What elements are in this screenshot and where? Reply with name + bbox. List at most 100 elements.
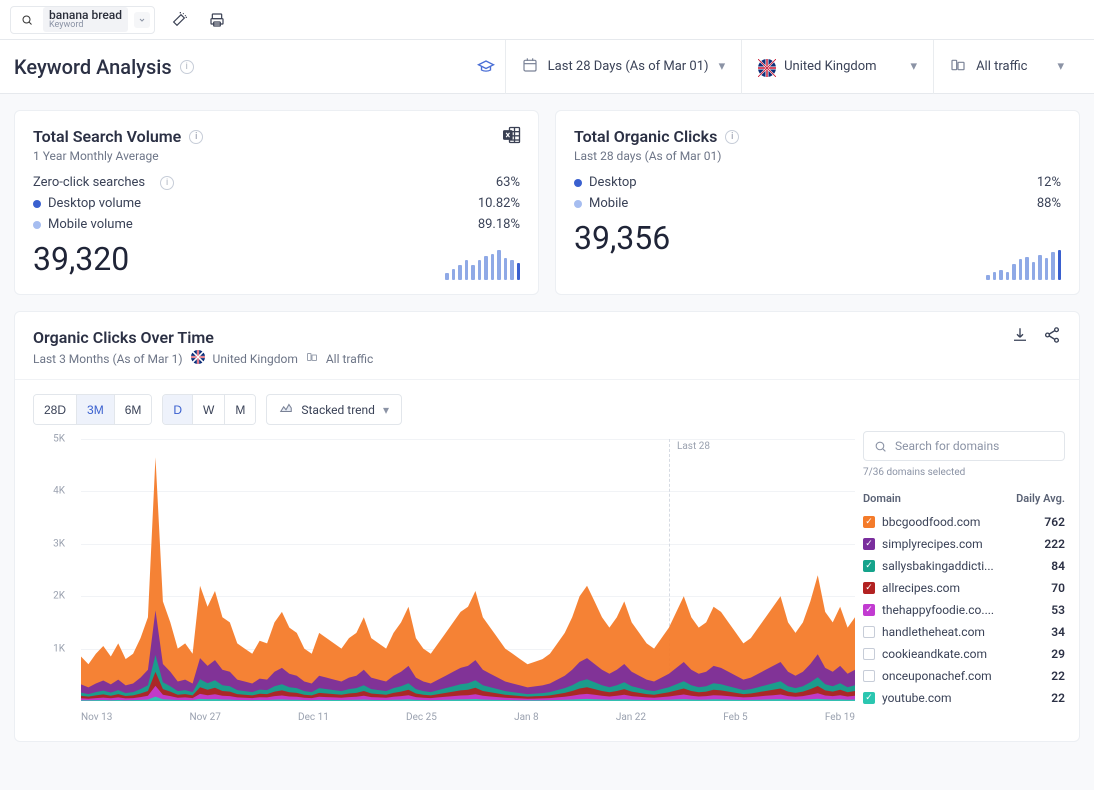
range-button-6m[interactable]: 6M — [115, 395, 152, 424]
domain-avg: 762 — [1044, 515, 1065, 529]
metric-value: 89.18% — [478, 217, 520, 232]
domain-avg: 70 — [1051, 581, 1065, 595]
chart-plot-area[interactable]: 5K4K3K2K1K Last 28 Nov 13Nov 27Dec 11Dec… — [29, 431, 855, 731]
search-icon — [15, 14, 39, 26]
y-tick: 4K — [53, 486, 65, 497]
clicks-sparkline — [986, 250, 1061, 280]
uk-flag-icon — [191, 350, 205, 367]
share-icon[interactable] — [1043, 326, 1061, 348]
traffic-icon — [306, 351, 318, 366]
domain-checkbox[interactable] — [863, 538, 875, 550]
search-placeholder: Search for domains — [895, 439, 999, 453]
time-range-segment: 28D3M6M — [33, 394, 152, 425]
legend-row[interactable]: youtube.com 22 — [863, 687, 1065, 709]
metric-label: Mobile — [589, 196, 628, 211]
grain-button-w[interactable]: W — [193, 395, 225, 424]
x-tick: Feb 5 — [723, 712, 747, 723]
magic-wand-icon[interactable] — [165, 6, 193, 34]
granularity-segment: DWM — [162, 394, 256, 425]
legend-row[interactable]: simplyrecipes.com 222 — [863, 533, 1065, 555]
legend-row[interactable]: allrecipes.com70 — [863, 577, 1065, 599]
calendar-icon — [522, 57, 538, 77]
chevron-down-icon: ▾ — [719, 59, 726, 74]
legend-header-avg: Daily Avg. — [1016, 492, 1065, 505]
chevron-down-icon: ▾ — [1057, 59, 1064, 74]
chart-title: Organic Clicks Over Time — [33, 328, 1061, 347]
x-tick: Jan 22 — [616, 712, 646, 723]
x-tick: Nov 13 — [81, 712, 112, 723]
topbar: banana bread Keyword — [0, 0, 1094, 40]
chevron-down-icon: ▾ — [383, 403, 389, 417]
download-icon[interactable] — [1011, 326, 1029, 348]
card-subtitle: 1 Year Monthly Average — [33, 149, 520, 163]
graduation-cap-icon — [477, 58, 495, 76]
info-icon[interactable]: i — [725, 130, 739, 144]
domain-checkbox[interactable] — [863, 604, 875, 616]
trend-type-dropdown[interactable]: Stacked trend ▾ — [266, 394, 402, 425]
series-dot — [574, 200, 582, 208]
chart-traffic: All traffic — [326, 352, 373, 366]
domain-avg: 84 — [1051, 559, 1065, 573]
domain-name: handletheheat.com — [882, 625, 985, 639]
domain-checkbox[interactable] — [863, 582, 875, 594]
x-tick: Nov 27 — [190, 712, 221, 723]
legend-header-domain: Domain — [863, 492, 901, 505]
metric-value: 10.82% — [478, 196, 520, 211]
range-button-3m[interactable]: 3M — [77, 395, 115, 424]
legend-row[interactable]: cookieandkate.com29 — [863, 643, 1065, 665]
keyword-selector[interactable]: banana bread Keyword — [10, 6, 155, 34]
metric-label: Desktop — [589, 175, 637, 190]
domain-checkbox[interactable] — [863, 560, 875, 572]
header: Keyword Analysis i Last 28 Days (As of M… — [0, 40, 1094, 94]
traffic-label: All traffic — [976, 59, 1027, 74]
legend-row[interactable]: onceuponachef.com22 — [863, 665, 1065, 687]
domain-checkbox[interactable] — [863, 692, 875, 704]
date-range-label: Last 28 Days (As of Mar 01) — [548, 59, 709, 74]
education-link[interactable] — [461, 40, 505, 94]
legend-row[interactable]: bbcgoodfood.com 762 — [863, 511, 1065, 533]
domain-name: onceuponachef.com — [882, 669, 992, 683]
metric-value: 88% — [1037, 196, 1061, 211]
legend-row[interactable]: sallysbakingaddicti...84 — [863, 555, 1065, 577]
domain-name: simplyrecipes.com — [882, 537, 983, 551]
metric-label: Desktop volume — [48, 196, 141, 211]
domain-avg: 22 — [1051, 691, 1065, 705]
metric-value: 63% — [496, 175, 520, 190]
x-tick: Dec 25 — [406, 712, 437, 723]
x-tick: Feb 19 — [825, 712, 855, 723]
info-icon[interactable]: i — [180, 60, 194, 74]
domain-avg: 222 — [1044, 537, 1065, 551]
grain-button-m[interactable]: M — [225, 395, 255, 424]
y-tick: 3K — [53, 538, 65, 549]
country-label: United Kingdom — [784, 59, 876, 74]
y-tick: 5K — [53, 434, 65, 445]
domain-avg: 34 — [1051, 625, 1065, 639]
domain-checkbox[interactable] — [863, 670, 875, 682]
domain-search-input[interactable]: Search for domains — [863, 431, 1065, 461]
range-button-28d[interactable]: 28D — [34, 395, 77, 424]
domain-checkbox[interactable] — [863, 648, 875, 660]
info-icon[interactable]: i — [160, 176, 174, 190]
domain-name: bbcgoodfood.com — [882, 515, 980, 529]
card-subtitle: Last 28 days (As of Mar 01) — [574, 149, 1061, 163]
metric-label: Zero-click searches — [33, 175, 145, 190]
date-range-selector[interactable]: Last 28 Days (As of Mar 01) ▾ — [505, 40, 741, 94]
excel-export-icon[interactable] — [502, 125, 522, 149]
metric-line: Desktop volume 10.82% — [33, 196, 520, 211]
legend-row[interactable]: handletheheat.com 34 — [863, 621, 1065, 643]
uk-flag-icon — [758, 59, 774, 75]
legend-row[interactable]: thehappyfoodie.co....53 — [863, 599, 1065, 621]
traffic-selector[interactable]: All traffic ▾ — [933, 40, 1080, 94]
printer-icon[interactable] — [203, 6, 231, 34]
info-icon[interactable]: i — [189, 130, 203, 144]
total-search-volume-card: Total Search Volume i 1 Year Monthly Ave… — [14, 110, 539, 295]
grain-button-d[interactable]: D — [163, 395, 193, 424]
y-tick: 1K — [53, 643, 65, 654]
domain-checkbox[interactable] — [863, 626, 875, 638]
country-selector[interactable]: United Kingdom ▾ — [741, 40, 933, 94]
traffic-icon — [950, 57, 966, 77]
area-chart-icon — [279, 401, 293, 418]
domain-name: youtube.com — [882, 691, 952, 705]
domain-checkbox[interactable] — [863, 516, 875, 528]
card-title: Total Organic Clicks — [574, 127, 717, 146]
